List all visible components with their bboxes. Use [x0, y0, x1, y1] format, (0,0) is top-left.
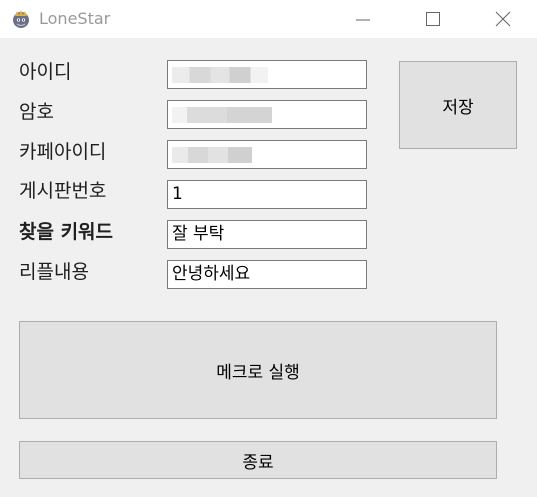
cafe-id-field[interactable] [167, 140, 367, 169]
run-macro-button-label: 메크로 실행 [216, 362, 300, 383]
minimize-button[interactable] [328, 0, 398, 38]
maximize-button[interactable] [398, 0, 468, 38]
title-bar: LoneStar [0, 0, 537, 38]
masked-text [172, 67, 268, 83]
exit-button[interactable]: 종료 [19, 441, 497, 479]
close-icon [495, 11, 511, 27]
reply-content-label: 리플내용 [19, 261, 89, 283]
id-field[interactable] [167, 60, 367, 89]
cafe-id-label: 카페아이디 [19, 141, 107, 163]
password-field[interactable] [167, 100, 367, 129]
save-button-label: 저장 [442, 97, 474, 118]
keyword-label: 찾을 키워드 [19, 221, 114, 243]
masked-text [172, 147, 252, 163]
masked-text [172, 107, 272, 123]
keyword-field[interactable]: 잘 부탁 [167, 220, 367, 249]
save-button[interactable]: 저장 [399, 61, 517, 149]
board-number-field[interactable]: 1 [167, 180, 367, 209]
reply-content-field[interactable]: 안녕하세요 [167, 260, 367, 289]
minimize-icon [356, 19, 370, 21]
app-logo-icon [13, 10, 29, 28]
run-macro-button[interactable]: 메크로 실행 [19, 321, 497, 419]
window-title: LoneStar [39, 9, 111, 28]
close-button[interactable] [468, 0, 537, 38]
maximize-icon [426, 12, 440, 26]
exit-button-label: 종료 [242, 452, 274, 473]
id-label: 아이디 [19, 61, 72, 83]
password-label: 암호 [19, 101, 54, 123]
board-number-label: 게시판번호 [19, 180, 107, 202]
